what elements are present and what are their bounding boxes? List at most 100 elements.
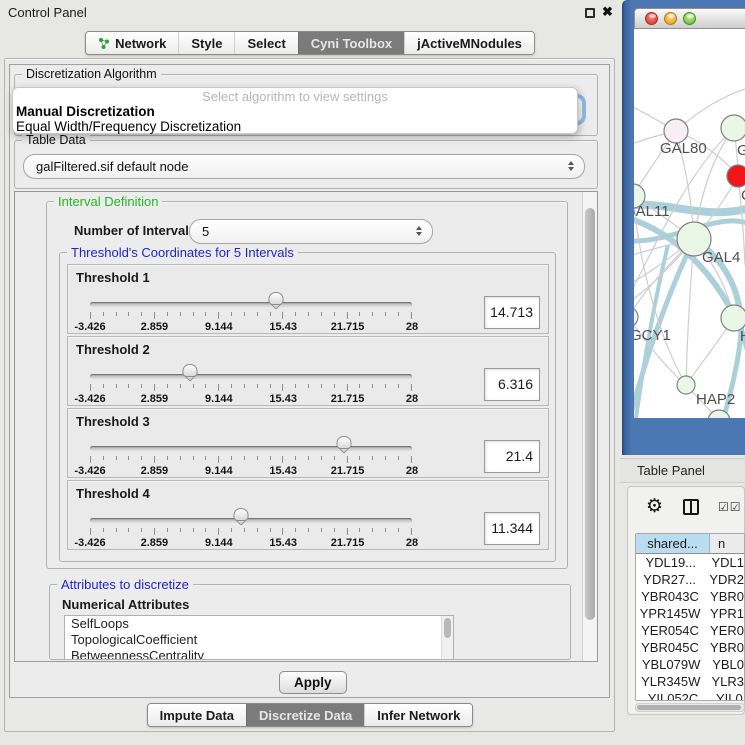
threshold-value-field[interactable]: 11.344 [484,512,540,545]
number-of-intervals-label: Number of Intervals [74,223,196,238]
tick-label: 9.144 [205,321,233,333]
tick-mark [193,528,194,532]
float-window-icon[interactable] [585,8,595,18]
numerical-attributes-label: Numerical Attributes [62,597,189,612]
columns-icon[interactable] [683,499,699,515]
tick-mark [90,528,91,535]
network-canvas[interactable]: GAL80GACGAL11GAL4GCY1HHAP2 [634,29,745,418]
slider-thumb[interactable] [268,292,283,308]
attributes-group-title: Attributes to discretize [57,577,193,592]
attribute-item-selfloops[interactable]: SelfLoops [65,616,453,632]
tick-mark [257,312,258,316]
tick-mark [321,312,322,316]
tab-infer-network[interactable]: Infer Network [364,704,472,726]
algorithm-dropdown: Select algorithm to view settings Manual… [12,87,578,134]
tab-label: Style [191,36,222,51]
dropdown-option-manual-discretization[interactable]: Manual Discretization [13,104,577,119]
network-window-titlebar[interactable] [634,8,745,29]
horizontal-scrollbar-thumb[interactable] [637,705,741,710]
table-row[interactable]: YLR345WYLR3 [636,673,744,690]
tab-cyni-toolbox[interactable]: Cyni Toolbox [298,32,404,54]
tick-mark [282,456,283,463]
dropdown-option-equal-width-frequency[interactable]: Equal Width/Frequency Discretization [13,119,577,134]
numerical-attributes-list[interactable]: SelfLoopsTopologicalCoefficientBetweenne… [64,615,454,660]
tab-style[interactable]: Style [178,32,234,54]
table-data-combo[interactable]: galFiltered.sif default node [23,154,585,179]
tick-mark [141,456,142,460]
attributes-scrollbar[interactable] [441,616,453,659]
slider-thumb[interactable] [234,508,249,524]
tick-mark [270,384,271,388]
vertical-scrollbar[interactable] [582,192,597,661]
attributes-group: Attributes to discretize Numerical Attri… [49,584,571,660]
tick-mark [154,528,155,535]
cell-name: YER0 [704,622,744,639]
node-label-gcy1: GCY1 [634,327,671,344]
threshold-slider[interactable]: -3.4262.8599.14415.4321.71528 [84,289,424,333]
network-node-hap2[interactable] [677,376,695,394]
table-row[interactable]: YDL19...YDL1 [636,554,744,571]
cell-name: YIL0 [710,690,744,701]
apply-button[interactable]: Apply [279,671,347,694]
column-header-shared[interactable]: shared... [636,534,710,553]
tab-select[interactable]: Select [234,32,297,54]
tick-mark [385,312,386,316]
attributes-scrollbar-thumb[interactable] [444,618,451,638]
tick-label: 28 [406,321,418,333]
slider-thumb[interactable] [182,364,197,380]
network-node-c[interactable] [727,165,745,187]
tick-mark [90,384,91,391]
node-table[interactable]: shared...n YDL19...YDL1YDR27...YDR2YBR04… [635,533,745,701]
tick-mark [205,456,206,460]
settings-scroll-area: Interval Definition Number of Intervals … [14,191,598,662]
network-node-ga[interactable] [721,115,745,141]
threshold-value-field[interactable]: 14.713 [484,296,540,329]
tick-mark [231,456,232,460]
tick-mark [257,528,258,532]
tick-mark [141,528,142,532]
close-icon[interactable]: ✖ [602,4,613,20]
number-of-intervals-spinner[interactable]: 5 [189,219,433,244]
table-row[interactable]: YDR27...YDR2 [636,571,744,588]
tab-impute-data[interactable]: Impute Data [148,704,246,726]
tick-mark [385,528,386,532]
tick-mark [141,312,142,316]
slider-thumb-body [337,436,352,449]
threshold-value-field[interactable]: 6.316 [484,368,540,401]
slider-thumb-body [234,508,249,521]
table-data-value: galFiltered.sif default node [36,159,188,174]
column-header-n[interactable]: n [710,534,744,553]
slider-track [90,446,412,451]
tick-mark [128,528,129,532]
table-row[interactable]: YBR043CYBR0 [636,588,744,605]
table-row[interactable]: YER054CYER0 [636,622,744,639]
tick-mark [359,456,360,460]
gear-icon[interactable]: ⚙ [646,495,663,518]
tab-discretize-data[interactable]: Discretize Data [246,704,364,726]
checkboxes-icon[interactable]: ☑☑ [718,500,742,514]
table-row[interactable]: YPR145WYPR1 [636,605,744,622]
minimize-traffic-light-icon[interactable] [664,12,677,25]
threshold-value-field[interactable]: 21.4 [484,440,540,473]
tick-label: 21.715 [331,537,365,549]
horizontal-scrollbar[interactable] [635,703,745,712]
attribute-item-betweennesscentrality[interactable]: BetweennessCentrality [65,648,453,660]
threshold-slider[interactable]: -3.4262.8599.14415.4321.71528 [84,361,424,405]
attribute-item-topologicalcoefficient[interactable]: TopologicalCoefficient [65,632,453,648]
table-row[interactable]: YIL052CYIL0 [636,690,744,701]
close-traffic-light-icon[interactable] [645,12,658,25]
threshold-slider[interactable]: -3.4262.8599.14415.4321.71528 [84,433,424,477]
slider-thumb[interactable] [337,436,352,452]
tab-jactivemnodules[interactable]: jActiveMNodules [404,32,534,54]
zoom-traffic-light-icon[interactable] [683,12,696,25]
table-row[interactable]: YBR045CYBR0 [636,639,744,656]
table-row[interactable]: YBL079WYBL0 [636,656,744,673]
tick-mark [116,456,117,460]
tick-mark [180,384,181,388]
intervals-value: 5 [202,224,209,239]
network-node-gcy1[interactable] [634,307,638,327]
threshold-slider[interactable]: -3.4262.8599.14415.4321.71528 [84,505,424,549]
tab-network[interactable]: Network [86,32,178,54]
vertical-scrollbar-thumb[interactable] [585,208,595,620]
tick-mark [398,312,399,316]
